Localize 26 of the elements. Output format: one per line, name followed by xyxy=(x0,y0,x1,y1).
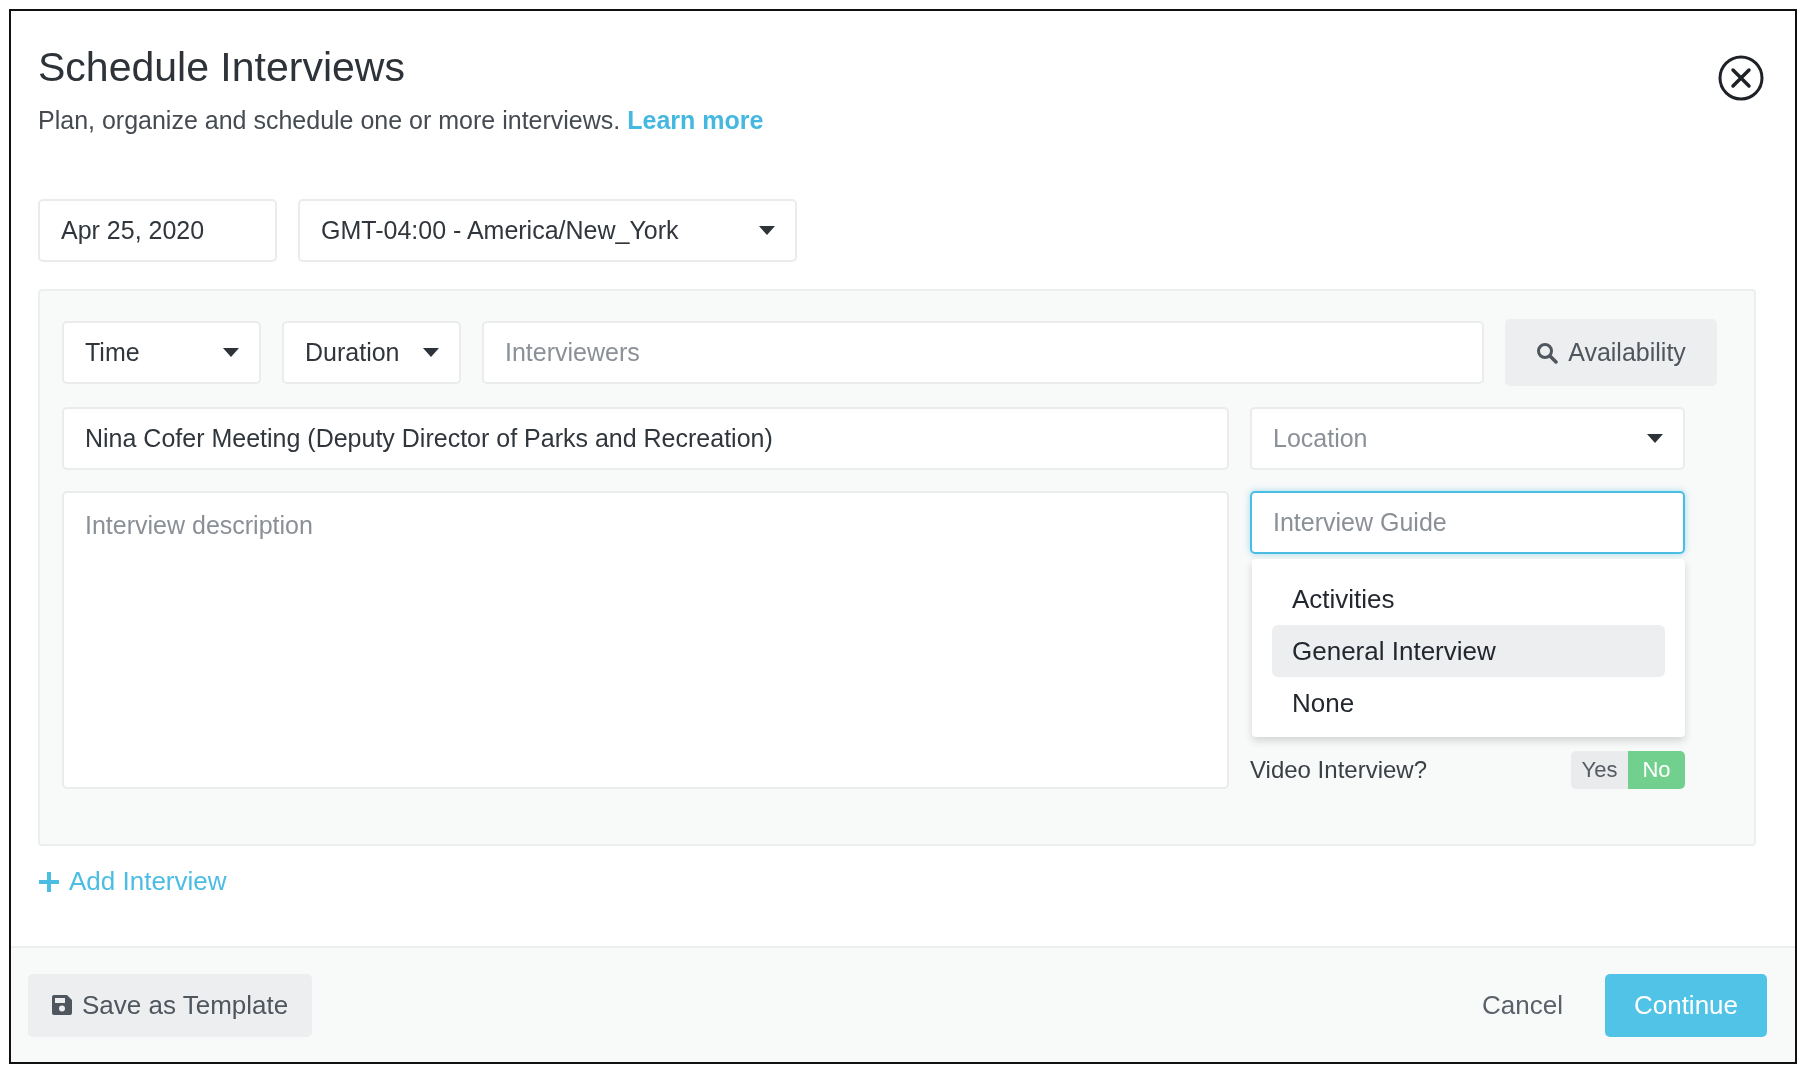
caret-icon xyxy=(223,347,239,358)
caret-icon xyxy=(423,347,439,358)
menu-item[interactable]: Activities xyxy=(1272,573,1665,625)
duration-select[interactable]: Duration xyxy=(282,321,461,384)
plus-icon xyxy=(38,870,60,893)
title-field[interactable]: Nina Cofer Meeting (Deputy Director of Parks and Recreation) xyxy=(62,407,1229,470)
caret-icon xyxy=(1647,433,1663,444)
cancel-link[interactable]: Cancel xyxy=(1482,989,1563,1021)
timezone-select[interactable]: GMT-04:00 - America/New_York xyxy=(298,199,797,262)
dialog-title: Schedule Interviews xyxy=(38,43,405,92)
date-field[interactable]: Apr 25, 2020 xyxy=(38,199,277,262)
dialog-subtitle: Plan, organize and schedule one or more interviews. Learn more xyxy=(38,105,765,136)
description-field[interactable]: Interview description xyxy=(62,491,1229,789)
close-icon[interactable] xyxy=(1717,54,1765,102)
time-select[interactable]: Time xyxy=(62,321,261,384)
caret-icon xyxy=(759,225,775,236)
interviewers-field[interactable]: Interviewers xyxy=(482,321,1484,384)
interview-guide-field[interactable]: Interview Guide xyxy=(1250,491,1685,554)
search-icon xyxy=(1536,341,1559,364)
video-interview-label: Video Interview? xyxy=(1250,756,1427,784)
toggle-option[interactable]: Yes xyxy=(1571,751,1628,789)
availability-button[interactable]: Availability xyxy=(1505,319,1717,386)
menu-item[interactable]: None xyxy=(1272,677,1665,729)
location-select[interactable]: Location xyxy=(1250,407,1685,470)
save-template-button[interactable]: Save as Template xyxy=(28,973,313,1037)
menu-item[interactable]: General Interview xyxy=(1272,625,1665,677)
